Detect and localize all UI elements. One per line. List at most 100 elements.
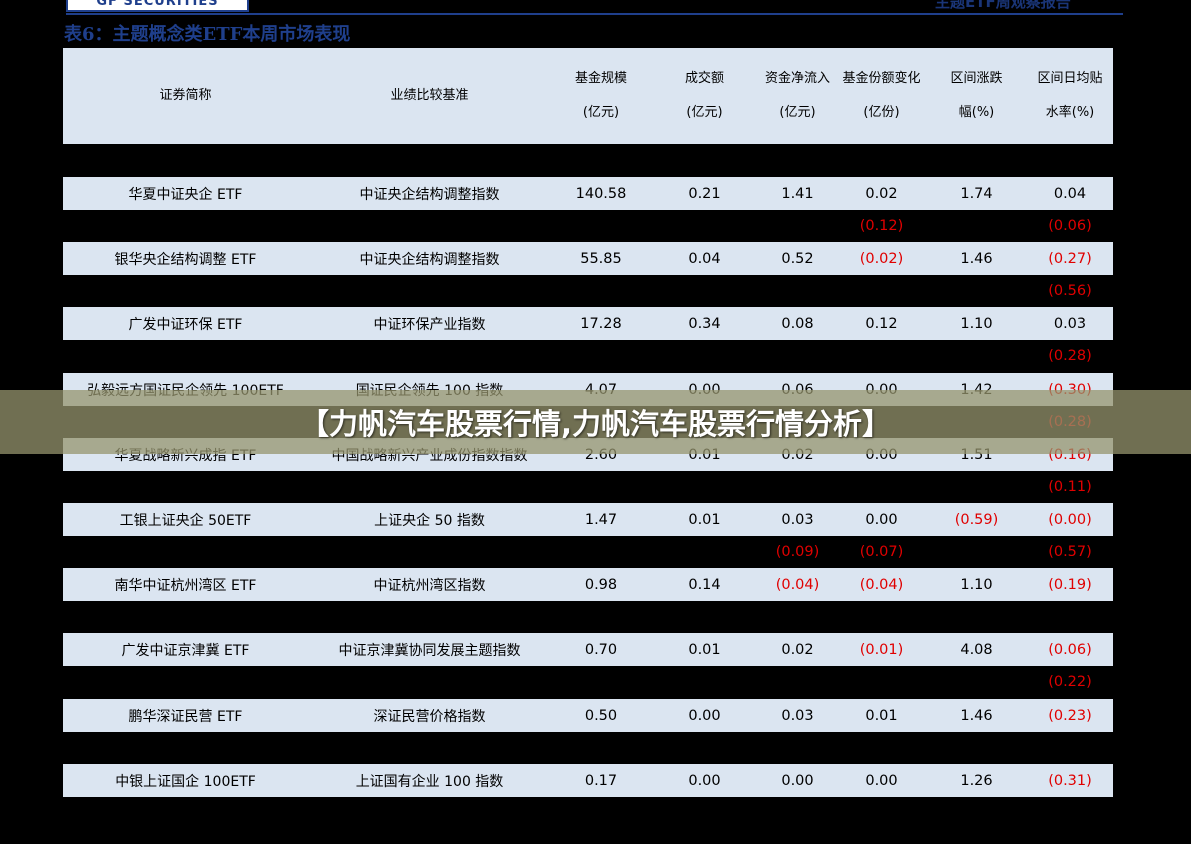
cell-chg: 1.26 xyxy=(960,772,993,789)
table-row: 银华央企结构调整 ETF 中证央企结构调整指数 55.85 0.04 0.52 (0.02… xyxy=(63,242,1113,275)
gap-cell-turnover xyxy=(651,275,758,307)
gap-cell-bench xyxy=(308,275,551,307)
cell-turnover: 0.21 xyxy=(688,185,721,202)
gap-cell-chg xyxy=(926,275,1027,307)
cell-inflow: 0.03 xyxy=(781,707,814,724)
table-row: 中银上证国企 100ETF 上证国有企业 100 指数 0.17 0.00 0.00 0.… xyxy=(63,764,1113,797)
cell-inflow: 0.08 xyxy=(781,315,814,332)
gap-cell-inflow xyxy=(758,666,837,698)
col-header-change: 区间涨跌 幅(%) xyxy=(950,71,1003,120)
gap-row xyxy=(63,732,1113,764)
gap-row xyxy=(63,601,1113,633)
gap-cell-share xyxy=(837,601,926,633)
gap-row: (0.12) (0.06) xyxy=(63,210,1113,242)
table-row: 工银上证央企 50ETF 上证央企 50 指数 1.47 0.01 0.03 0.00 (0… xyxy=(63,503,1113,536)
cell-size: 0.70 xyxy=(584,641,618,658)
gap-cell-inflow xyxy=(758,471,837,503)
gap-cell-name xyxy=(63,666,308,698)
gap-cell-name xyxy=(63,536,308,568)
cell-chg: 1.46 xyxy=(960,250,993,267)
cell-disc: (0.27) xyxy=(1048,250,1092,267)
gap-cell-share xyxy=(837,666,926,698)
gap-cell-bench xyxy=(308,601,551,633)
gap-cell-disc: (0.11) xyxy=(1048,479,1092,495)
cell-name: 广发中证环保 ETF xyxy=(128,316,243,333)
cell-share: 0.12 xyxy=(865,315,898,332)
cell-share: (0.01) xyxy=(859,641,904,658)
cell-bench: 中证环保产业指数 xyxy=(373,316,486,333)
cell-size: 0.17 xyxy=(584,772,618,789)
cell-chg: 4.08 xyxy=(960,641,993,658)
report-label: 主题ETF周观察报告 xyxy=(935,0,1071,11)
gap-cell-size xyxy=(551,471,651,503)
gap-cell-name xyxy=(63,210,308,242)
gap-cell-disc: (0.28) xyxy=(1048,348,1092,364)
cell-share: (0.02) xyxy=(859,250,904,267)
gap-cell-chg xyxy=(926,340,1027,372)
cell-bench: 中证京津冀协同发展主题指数 xyxy=(338,642,521,659)
cell-turnover: 0.34 xyxy=(688,315,721,332)
cell-inflow: 0.02 xyxy=(781,641,814,658)
gap-row: (0.28) xyxy=(63,340,1113,372)
gap-cell-disc xyxy=(1027,732,1113,764)
cell-share: (0.04) xyxy=(859,576,904,593)
cell-disc: (0.19) xyxy=(1048,576,1092,593)
gap-cell-turnover xyxy=(651,732,758,764)
col-header-name: 证券简称 xyxy=(159,88,212,103)
gap-cell-inflow xyxy=(758,275,837,307)
cell-size: 0.50 xyxy=(584,707,618,724)
gap-cell-inflow xyxy=(758,732,837,764)
header-divider xyxy=(66,13,1123,15)
gap-cell-disc xyxy=(1027,601,1113,633)
cell-bench: 中证杭州湾区指数 xyxy=(373,577,486,594)
gap-cell-share: (0.07) xyxy=(859,544,904,560)
cell-turnover: 0.14 xyxy=(688,576,721,593)
gap-cell-size xyxy=(551,210,651,242)
cell-size: 17.28 xyxy=(580,315,622,332)
gap-cell-chg xyxy=(926,666,1027,698)
cell-name: 鹏华深证民营 ETF xyxy=(128,708,243,725)
gap-cell-bench xyxy=(308,340,551,372)
cell-disc: 0.03 xyxy=(1053,315,1087,332)
col-header-turnover: 成交额 (亿元) xyxy=(684,71,724,120)
cell-disc: (0.06) xyxy=(1048,641,1092,658)
gap-cell-inflow xyxy=(758,601,837,633)
gap-cell-chg xyxy=(926,210,1027,242)
col-header-size: 基金规模 (亿元) xyxy=(574,71,627,120)
gap-cell-turnover xyxy=(651,536,758,568)
cell-chg: 1.10 xyxy=(960,576,993,593)
gap-cell-turnover xyxy=(651,471,758,503)
cell-inflow: (0.04) xyxy=(775,576,820,593)
table-row: 华夏中证央企 ETF 中证央企结构调整指数 140.58 0.21 1.41 0.02 1.… xyxy=(63,177,1113,210)
cell-disc: 0.04 xyxy=(1053,185,1087,202)
gap-cell-turnover xyxy=(651,340,758,372)
cell-chg: 1.74 xyxy=(960,185,993,202)
col-header-benchmark: 业绩比较基准 xyxy=(390,88,469,103)
cell-inflow: 1.41 xyxy=(781,185,814,202)
cell-name: 南华中证杭州湾区 ETF xyxy=(114,577,257,594)
col-header-inflow: 资金净流入 (亿元) xyxy=(764,71,830,120)
gap-cell-disc: (0.57) xyxy=(1048,544,1092,560)
cell-size: 140.58 xyxy=(575,185,627,202)
cell-disc: (0.23) xyxy=(1048,707,1092,724)
brand-logo: GF SECURITIES xyxy=(66,0,249,12)
gap-cell-turnover xyxy=(651,601,758,633)
gap-cell-name xyxy=(63,471,308,503)
cell-chg: 1.10 xyxy=(960,315,993,332)
cell-disc: (0.00) xyxy=(1048,511,1092,528)
gap-cell-bench xyxy=(308,732,551,764)
cell-bench: 深证民营价格指数 xyxy=(373,708,486,725)
cell-chg: (0.59) xyxy=(954,511,999,528)
cell-inflow: 0.03 xyxy=(781,511,814,528)
gap-cell-bench xyxy=(308,471,551,503)
cell-name: 华夏中证央企 ETF xyxy=(128,186,243,203)
cell-name: 银华央企结构调整 ETF xyxy=(114,251,257,268)
gap-cell-turnover xyxy=(651,666,758,698)
gap-cell-bench xyxy=(308,666,551,698)
gap-cell-name xyxy=(63,601,308,633)
table-row: 南华中证杭州湾区 ETF 中证杭州湾区指数 0.98 0.14 (0.04) (0.04)… xyxy=(63,568,1113,601)
cell-bench: 上证央企 50 指数 xyxy=(374,512,485,529)
gap-cell-chg xyxy=(926,732,1027,764)
gap-cell-name xyxy=(63,732,308,764)
cell-bench: 中证央企结构调整指数 xyxy=(359,251,500,268)
